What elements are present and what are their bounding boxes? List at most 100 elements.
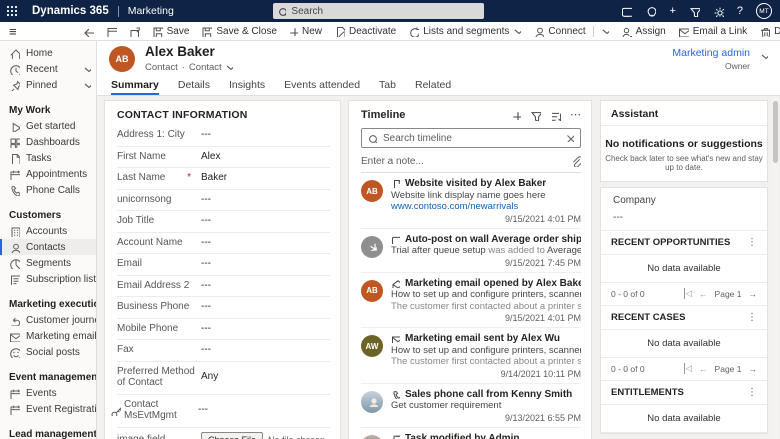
lists-and-segments-button[interactable]: Lists and segments bbox=[402, 22, 527, 41]
timeline-note-box[interactable] bbox=[361, 150, 581, 173]
field-value[interactable]: --- bbox=[201, 280, 211, 292]
first-page-icon[interactable]: ◁ bbox=[683, 363, 692, 374]
sidebar-item-tasks[interactable]: Tasks bbox=[0, 150, 96, 166]
tab-related[interactable]: Related bbox=[415, 79, 451, 95]
tab-details[interactable]: Details bbox=[178, 79, 210, 95]
connect-dropdown-chevron[interactable] bbox=[595, 22, 615, 41]
help-icon[interactable]: ? bbox=[737, 5, 743, 17]
timeline-entry-website-visited[interactable]: AB Website visited by Alex Baker Website… bbox=[361, 173, 581, 229]
save-and-close-button[interactable]: Save & Close bbox=[195, 22, 283, 41]
sidebar-item-event-registrations[interactable]: Event Registrations bbox=[0, 401, 96, 417]
owner-field[interactable]: Marketing admin Owner bbox=[672, 47, 750, 71]
email-a-link-button[interactable]: Email a Link bbox=[672, 22, 753, 41]
field-business-phone[interactable]: Business Phone --- bbox=[117, 297, 330, 319]
popout-button[interactable] bbox=[123, 22, 146, 41]
new-button[interactable]: New bbox=[283, 22, 328, 41]
tab-summary[interactable]: Summary bbox=[111, 79, 159, 95]
timeline-entry-email-sent[interactable]: AW Marketing email sent by Alex Wu How t… bbox=[361, 328, 581, 384]
form-selector-label[interactable]: Contact bbox=[189, 62, 222, 73]
deactivate-button[interactable]: Deactivate bbox=[328, 22, 402, 41]
timeline-entry-task-modified[interactable]: Task modified by Admin bbox=[361, 428, 581, 439]
sidebar-item-get-started[interactable]: Get started bbox=[0, 118, 96, 134]
app-launcher-waffle-icon[interactable] bbox=[0, 0, 24, 22]
timeline-entry-auto-post[interactable]: Auto-post on wall Average order shipment… bbox=[361, 229, 581, 273]
timeline-search-box[interactable] bbox=[361, 128, 581, 148]
settings-gear-icon[interactable] bbox=[713, 6, 724, 17]
sidebar-item-segments[interactable]: Segments bbox=[0, 255, 96, 271]
tab-tab[interactable]: Tab bbox=[379, 79, 396, 95]
connect-button[interactable]: Connect bbox=[527, 22, 591, 41]
field-unicornsong[interactable]: unicornsong --- bbox=[117, 190, 330, 211]
company-field[interactable]: Company --- bbox=[601, 188, 767, 231]
field-mobile-phone[interactable]: Mobile Phone --- bbox=[117, 319, 330, 340]
field-value[interactable]: --- bbox=[201, 258, 211, 270]
next-page-icon[interactable]: → bbox=[749, 289, 758, 299]
sidebar-item-subscription-lists[interactable]: Subscription lists bbox=[0, 271, 96, 287]
sidebar-item-phone-calls[interactable]: Phone Calls bbox=[0, 182, 96, 198]
field-value[interactable]: --- bbox=[201, 194, 211, 206]
filter-icon[interactable] bbox=[689, 6, 700, 17]
field-job-title[interactable]: Job Title --- bbox=[117, 211, 330, 233]
assign-button[interactable]: Assign bbox=[615, 22, 672, 41]
app-area-name[interactable]: Marketing bbox=[128, 5, 174, 17]
next-page-icon[interactable]: → bbox=[749, 364, 758, 374]
field-value[interactable]: --- bbox=[201, 323, 211, 335]
scrollbar-thumb[interactable] bbox=[773, 101, 778, 163]
field-value[interactable]: Any bbox=[201, 371, 218, 383]
field-email-address-2[interactable]: Email Address 2 --- bbox=[117, 276, 330, 297]
teams-chat-icon[interactable] bbox=[621, 6, 633, 17]
lightbulb-icon[interactable] bbox=[645, 6, 657, 17]
save-button[interactable]: Save bbox=[146, 22, 196, 41]
sidebar-item-marketing-emails[interactable]: Marketing emails bbox=[0, 328, 96, 344]
tab-insights[interactable]: Insights bbox=[229, 79, 265, 95]
quick-create-plus-icon[interactable]: + bbox=[669, 5, 675, 17]
field-value[interactable]: --- bbox=[201, 215, 211, 227]
timeline-entry-email-opened[interactable]: AB Marketing email opened by Alex Baker … bbox=[361, 273, 581, 328]
field-account-name[interactable]: Account Name --- bbox=[117, 233, 330, 254]
field-email[interactable]: Email --- bbox=[117, 254, 330, 276]
timeline-add-icon[interactable] bbox=[512, 111, 521, 120]
global-search-box[interactable] bbox=[273, 3, 484, 19]
global-search-input[interactable] bbox=[291, 5, 479, 17]
timeline-more-icon[interactable]: ⋯ bbox=[570, 109, 581, 121]
note-input[interactable] bbox=[361, 155, 570, 167]
sidebar-item-events[interactable]: Events bbox=[0, 385, 96, 401]
header-chevron-down-icon[interactable] bbox=[761, 54, 768, 59]
field-value[interactable]: --- bbox=[201, 301, 211, 313]
sidebar-item-recent[interactable]: Recent bbox=[0, 61, 96, 77]
timeline-sort-icon[interactable] bbox=[550, 110, 561, 121]
section-more-icon[interactable]: ⋮ bbox=[747, 387, 757, 398]
timeline-entry-phone-call[interactable]: Sales phone call from Kenny Smith Get cu… bbox=[361, 384, 581, 428]
sidebar-item-appointments[interactable]: Appointments bbox=[0, 166, 96, 182]
tab-events-attended[interactable]: Events attended bbox=[284, 79, 360, 95]
field-contact-msevtmgmt[interactable]: Contact MsEvtMgmt --- bbox=[111, 395, 330, 428]
previous-page-icon[interactable]: ← bbox=[699, 364, 708, 374]
sidebar-item-pinned[interactable]: Pinned bbox=[0, 77, 96, 93]
field-value[interactable]: --- bbox=[198, 404, 208, 416]
field-value[interactable]: --- bbox=[201, 129, 211, 141]
chevron-down-icon[interactable] bbox=[226, 65, 233, 70]
field-value[interactable]: Baker bbox=[201, 172, 227, 184]
company-value[interactable]: --- bbox=[613, 212, 755, 223]
field-value[interactable]: --- bbox=[201, 344, 211, 356]
timeline-search-input[interactable] bbox=[383, 132, 560, 144]
back-button[interactable] bbox=[77, 22, 100, 41]
close-icon[interactable] bbox=[566, 134, 574, 142]
sidebar-item-dashboards[interactable]: Dashboards bbox=[0, 134, 96, 150]
field-fax[interactable]: Fax --- bbox=[117, 340, 330, 362]
field-first-name[interactable]: First Name Alex bbox=[117, 147, 330, 168]
timeline-link[interactable]: www.contoso.com/newarrivals bbox=[391, 201, 581, 213]
user-avatar[interactable]: MT bbox=[756, 3, 772, 19]
sidebar-item-home[interactable]: Home bbox=[0, 45, 96, 61]
sidebar-item-social-posts[interactable]: Social posts bbox=[0, 344, 96, 360]
paperclip-icon[interactable] bbox=[570, 155, 581, 167]
previous-page-icon[interactable]: ← bbox=[699, 289, 708, 299]
page-scrollbar[interactable] bbox=[772, 96, 779, 439]
section-more-icon[interactable]: ⋮ bbox=[747, 312, 757, 323]
delete-button[interactable]: Delete bbox=[753, 22, 780, 41]
section-more-icon[interactable]: ⋮ bbox=[747, 237, 757, 248]
timeline-filter-icon[interactable] bbox=[530, 110, 541, 121]
field-address1-city[interactable]: Address 1: City --- bbox=[117, 125, 330, 147]
first-page-icon[interactable]: ◁ bbox=[683, 288, 692, 299]
sidebar-item-accounts[interactable]: Accounts bbox=[0, 223, 96, 239]
